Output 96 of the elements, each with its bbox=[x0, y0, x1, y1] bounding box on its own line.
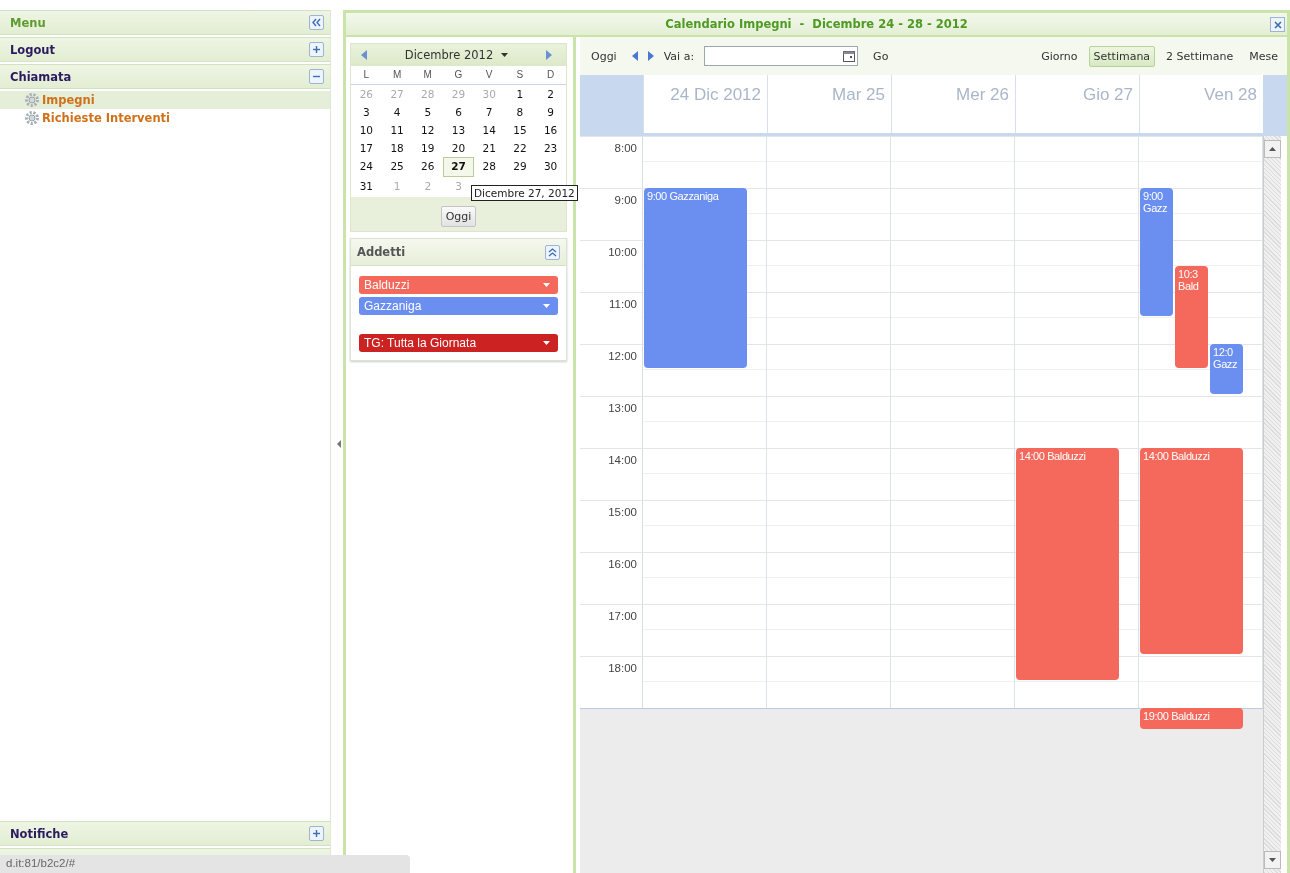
weekday-label: L bbox=[362, 68, 371, 82]
previous-month-icon[interactable] bbox=[361, 50, 367, 60]
calendar-day[interactable]: 20 bbox=[443, 139, 474, 157]
calendar-day[interactable]: 3 bbox=[351, 103, 382, 121]
hour-label: 8:00 bbox=[580, 136, 643, 188]
hour-label: 11:00 bbox=[580, 292, 643, 344]
next-month-icon[interactable] bbox=[546, 50, 552, 60]
caret-icon bbox=[543, 341, 550, 345]
weekday-label: D bbox=[546, 68, 556, 82]
calendar-day[interactable]: 10 bbox=[351, 121, 382, 139]
caret-icon bbox=[543, 283, 550, 287]
scroll-up-icon[interactable] bbox=[1264, 140, 1281, 158]
calendar-icon[interactable] bbox=[843, 50, 856, 62]
weekday-label: S bbox=[515, 68, 525, 82]
calendar-day[interactable]: 17 bbox=[351, 139, 382, 157]
day-header: Mer 26 bbox=[891, 75, 1015, 133]
gear-icon bbox=[24, 92, 40, 108]
hour-label: 12:00 bbox=[580, 344, 643, 396]
link-url-tooltip: d.it:81/b2c2/# bbox=[0, 855, 410, 873]
go-button[interactable]: Go bbox=[868, 45, 894, 67]
hour-label: 18:00 bbox=[580, 656, 643, 708]
hour-label: 17:00 bbox=[580, 604, 643, 656]
date-tooltip: Dicembre 27, 2012 bbox=[471, 185, 578, 201]
gear-icon bbox=[24, 110, 40, 126]
panel-title: Addetti bbox=[357, 245, 406, 259]
collapse-icon[interactable] bbox=[309, 15, 324, 30]
section-header[interactable]: Logout bbox=[0, 37, 330, 62]
caret-icon bbox=[501, 53, 509, 57]
view-tab[interactable]: Giorno bbox=[1036, 45, 1083, 67]
hour-label: 10:00 bbox=[580, 240, 643, 292]
section-title: Menu bbox=[10, 15, 46, 30]
previous-icon[interactable] bbox=[631, 51, 638, 61]
panel-title: Calendario Impegni - Dicembre 24 - 28 - 2012 bbox=[665, 17, 968, 31]
hour-label: 15:00 bbox=[580, 500, 643, 552]
day-header: Ven 28 bbox=[1139, 75, 1263, 133]
calendar-day[interactable]: 1 bbox=[504, 85, 536, 103]
hour-label: 13:00 bbox=[580, 396, 643, 448]
calendar-day[interactable]: 28 bbox=[473, 157, 505, 175]
calendar-day[interactable]: 9 bbox=[535, 103, 566, 121]
section-header[interactable]: Chiamata bbox=[0, 64, 330, 89]
calendar-day[interactable]: 8 bbox=[504, 103, 536, 121]
scroll-down-icon[interactable] bbox=[1264, 851, 1281, 869]
hour-label: 16:00 bbox=[580, 552, 643, 604]
weekday-label: M bbox=[391, 68, 403, 82]
weekday-label: M bbox=[422, 68, 433, 82]
calendar-day[interactable]: 31 bbox=[351, 177, 382, 195]
day-header: 24 Dic 2012 bbox=[643, 75, 767, 133]
close-icon[interactable] bbox=[1270, 17, 1285, 32]
calendar-day[interactable]: 27 bbox=[443, 157, 474, 177]
calendar-day[interactable]: 30 bbox=[535, 157, 566, 175]
minus-icon[interactable] bbox=[309, 69, 324, 84]
calendar-day[interactable]: 11 bbox=[381, 121, 413, 139]
section-title: Notifiche bbox=[10, 826, 69, 841]
date-field[interactable] bbox=[704, 46, 859, 66]
calendar-day[interactable]: 15 bbox=[504, 121, 536, 139]
calendar-day[interactable]: 26 bbox=[412, 157, 444, 175]
calendar-day[interactable]: 25 bbox=[381, 157, 413, 175]
calendar-day[interactable]: 18 bbox=[381, 139, 413, 157]
next-icon[interactable] bbox=[647, 51, 654, 61]
plus-icon[interactable] bbox=[309, 42, 324, 57]
weekday-label: G bbox=[453, 68, 464, 82]
calendar-day[interactable]: 6 bbox=[443, 103, 474, 121]
section-header[interactable]: Notifiche bbox=[0, 821, 330, 846]
calendar-day[interactable]: 24 bbox=[351, 157, 382, 175]
calendar-day[interactable]: 29 bbox=[504, 157, 536, 175]
calendar-day[interactable]: 7 bbox=[473, 103, 505, 121]
view-tab[interactable]: Settimana bbox=[1088, 45, 1156, 67]
today-button[interactable]: Oggi bbox=[440, 205, 477, 227]
scrollbar[interactable] bbox=[1263, 136, 1281, 873]
calendar-day[interactable]: 5 bbox=[412, 103, 444, 121]
today-button[interactable]: Oggi bbox=[586, 45, 622, 67]
section-title: Chiamata bbox=[10, 69, 72, 84]
view-tab[interactable]: 2 Settimane bbox=[1161, 45, 1239, 67]
caret-icon bbox=[543, 304, 550, 308]
calendar-day[interactable]: 19 bbox=[412, 139, 444, 157]
calendar-day[interactable]: 4 bbox=[381, 103, 413, 121]
calendar-day[interactable]: 21 bbox=[473, 139, 505, 157]
weekday-label: V bbox=[484, 68, 494, 82]
collapse-arrow-icon[interactable] bbox=[337, 440, 341, 448]
goto-label: Vai a: bbox=[663, 49, 695, 63]
hour-label: 9:00 bbox=[580, 188, 643, 240]
day-header: Gio 27 bbox=[1015, 75, 1139, 133]
calendar-day[interactable]: 2 bbox=[535, 85, 566, 103]
calendar-day[interactable]: 14 bbox=[473, 121, 505, 139]
calendar-chip[interactable]: TG: Tutta la Giornata bbox=[359, 334, 558, 352]
calendar-day[interactable]: 22 bbox=[504, 139, 536, 157]
calendar-day[interactable]: 13 bbox=[443, 121, 474, 139]
calendar-day[interactable]: 16 bbox=[535, 121, 566, 139]
section-title: Logout bbox=[10, 42, 56, 57]
calendar-day[interactable]: 12 bbox=[412, 121, 444, 139]
hour-label: 14:00 bbox=[580, 448, 643, 500]
plus-icon[interactable] bbox=[309, 826, 324, 841]
day-header: Mar 25 bbox=[767, 75, 891, 133]
collapse-icon[interactable] bbox=[545, 244, 560, 260]
calendar-day[interactable]: 23 bbox=[535, 139, 566, 157]
view-tab[interactable]: Mese bbox=[1244, 45, 1283, 67]
